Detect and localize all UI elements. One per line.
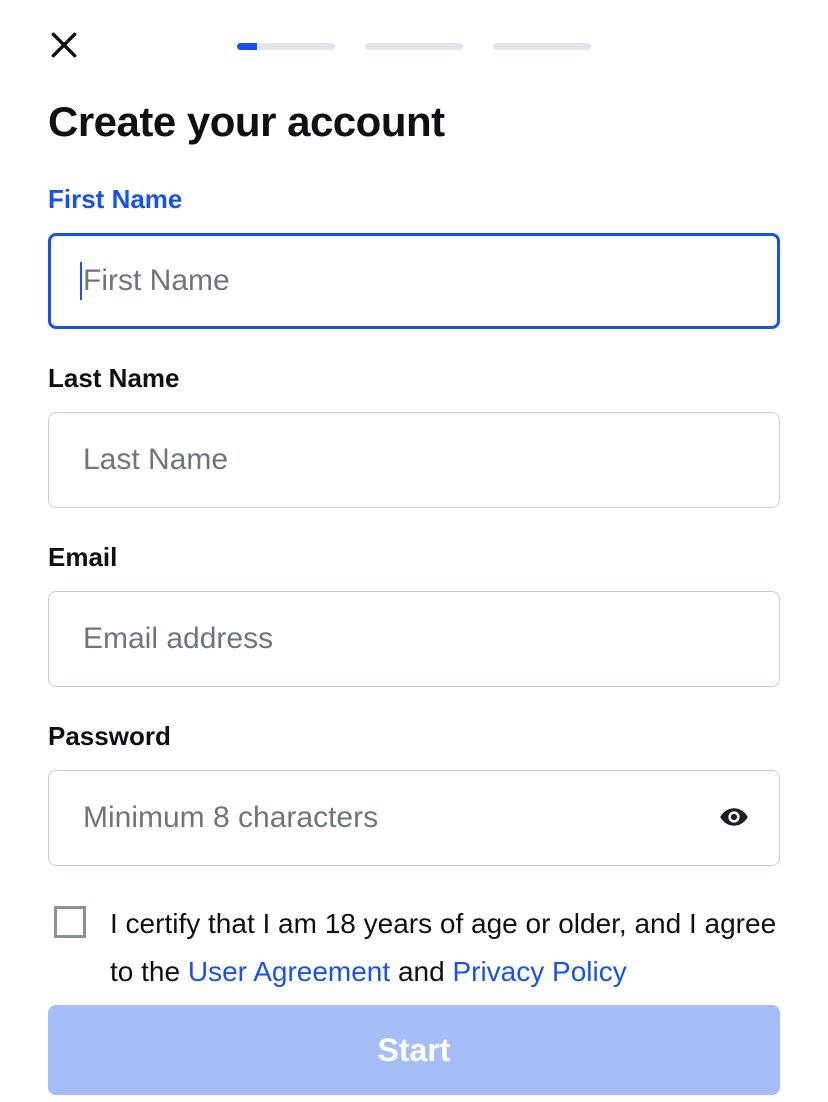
- last-name-label: Last Name: [48, 363, 780, 394]
- close-button[interactable]: [48, 30, 80, 62]
- password-input[interactable]: [48, 770, 780, 866]
- first-name-input[interactable]: [48, 233, 780, 329]
- start-button[interactable]: Start: [48, 1005, 780, 1095]
- last-name-input[interactable]: [48, 412, 780, 508]
- last-name-field-group: Last Name: [48, 363, 780, 508]
- close-icon: [48, 29, 80, 64]
- certify-row: I certify that I am 18 years of age or o…: [48, 900, 780, 995]
- email-input[interactable]: [48, 591, 780, 687]
- first-name-field-group: First Name: [48, 184, 780, 329]
- progress-step-3: [493, 43, 591, 50]
- certify-text: I certify that I am 18 years of age or o…: [110, 900, 780, 995]
- certify-text-mid: and: [390, 956, 452, 987]
- text-caret: [80, 262, 82, 300]
- certify-checkbox[interactable]: [54, 906, 86, 938]
- password-label: Password: [48, 721, 780, 752]
- toggle-password-visibility-button[interactable]: [716, 800, 752, 836]
- user-agreement-link[interactable]: User Agreement: [188, 956, 390, 987]
- password-field-group: Password: [48, 721, 780, 866]
- progress-step-1: [237, 43, 335, 50]
- progress-indicator: [80, 43, 748, 50]
- page-title: Create your account: [48, 98, 780, 146]
- privacy-policy-link[interactable]: Privacy Policy: [452, 956, 626, 987]
- first-name-label: First Name: [48, 184, 780, 215]
- email-label: Email: [48, 542, 780, 573]
- eye-icon: [719, 802, 749, 835]
- progress-step-2: [365, 43, 463, 50]
- email-field-group: Email: [48, 542, 780, 687]
